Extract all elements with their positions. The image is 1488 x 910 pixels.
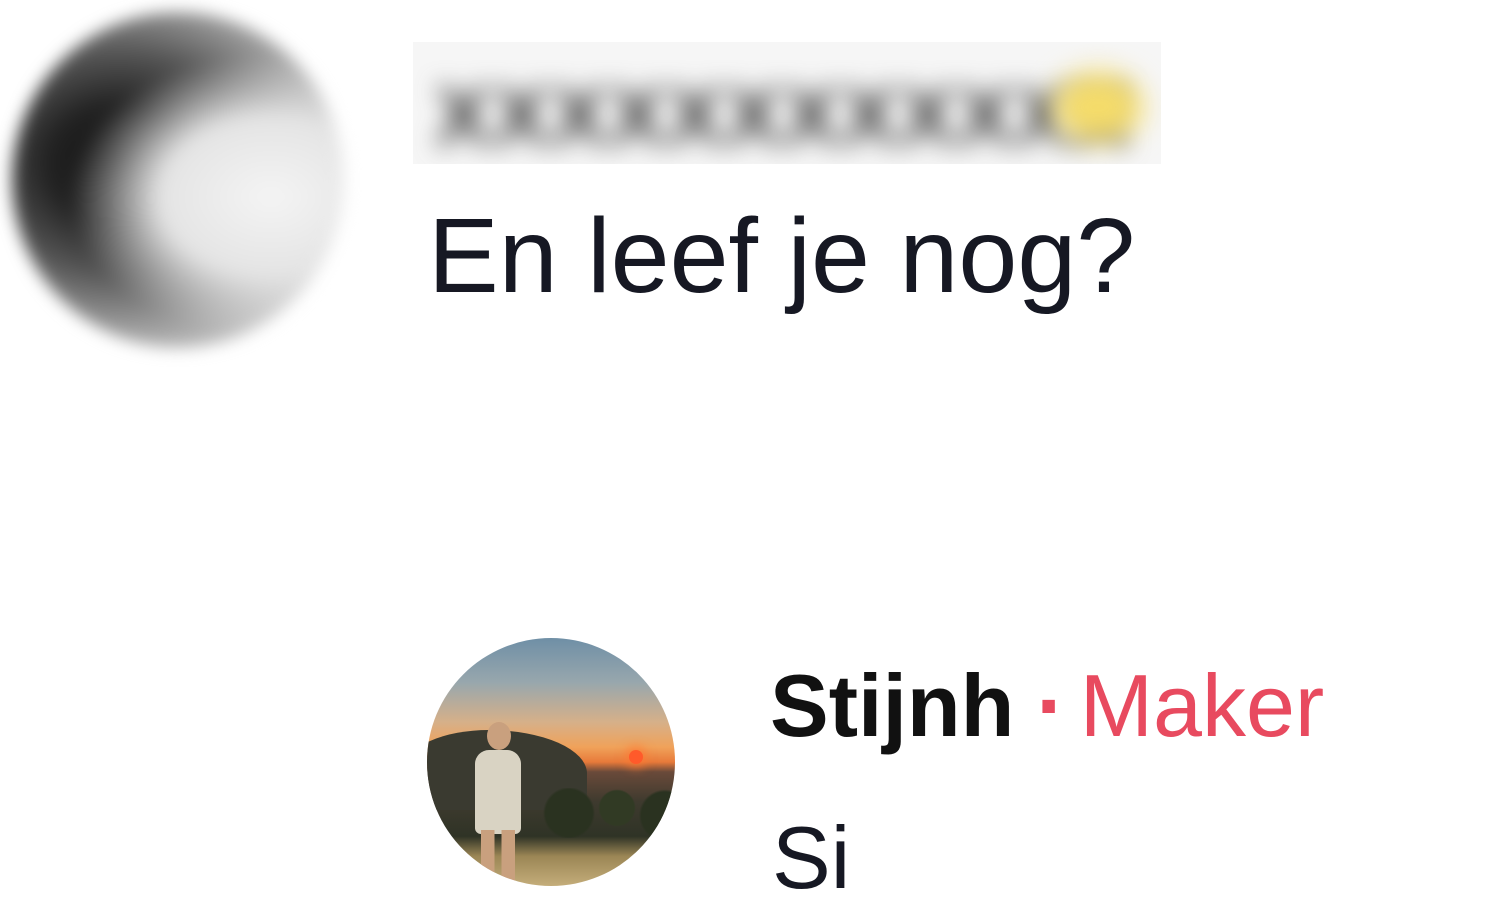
reply-text: Si bbox=[772, 808, 851, 907]
creator-username[interactable]: Stijnh bbox=[770, 656, 1014, 755]
avatar-person-body bbox=[475, 750, 521, 834]
avatar-sun bbox=[629, 750, 643, 764]
creator-badge: Maker bbox=[1079, 656, 1325, 755]
commenter-username-redacted[interactable]: XXXXXXXXXXXX bbox=[413, 42, 1161, 164]
reply-item: Stijnh · Maker Si bbox=[0, 600, 1488, 910]
commenter-avatar[interactable] bbox=[12, 12, 344, 348]
separator-dot: · bbox=[1036, 656, 1066, 755]
redacted-emoji bbox=[1053, 72, 1143, 142]
reply-header: Stijnh · Maker bbox=[770, 656, 1325, 755]
creator-avatar[interactable] bbox=[427, 638, 675, 886]
comment-text: En leef je nog? bbox=[428, 197, 1136, 315]
avatar-trees bbox=[537, 788, 675, 838]
redacted-username-text: XXXXXXXXXXXX bbox=[435, 69, 1132, 163]
comment-item: XXXXXXXXXXXX En leef je nog? bbox=[0, 0, 1488, 400]
avatar-person-head bbox=[487, 722, 511, 750]
avatar-person-legs bbox=[481, 830, 515, 882]
